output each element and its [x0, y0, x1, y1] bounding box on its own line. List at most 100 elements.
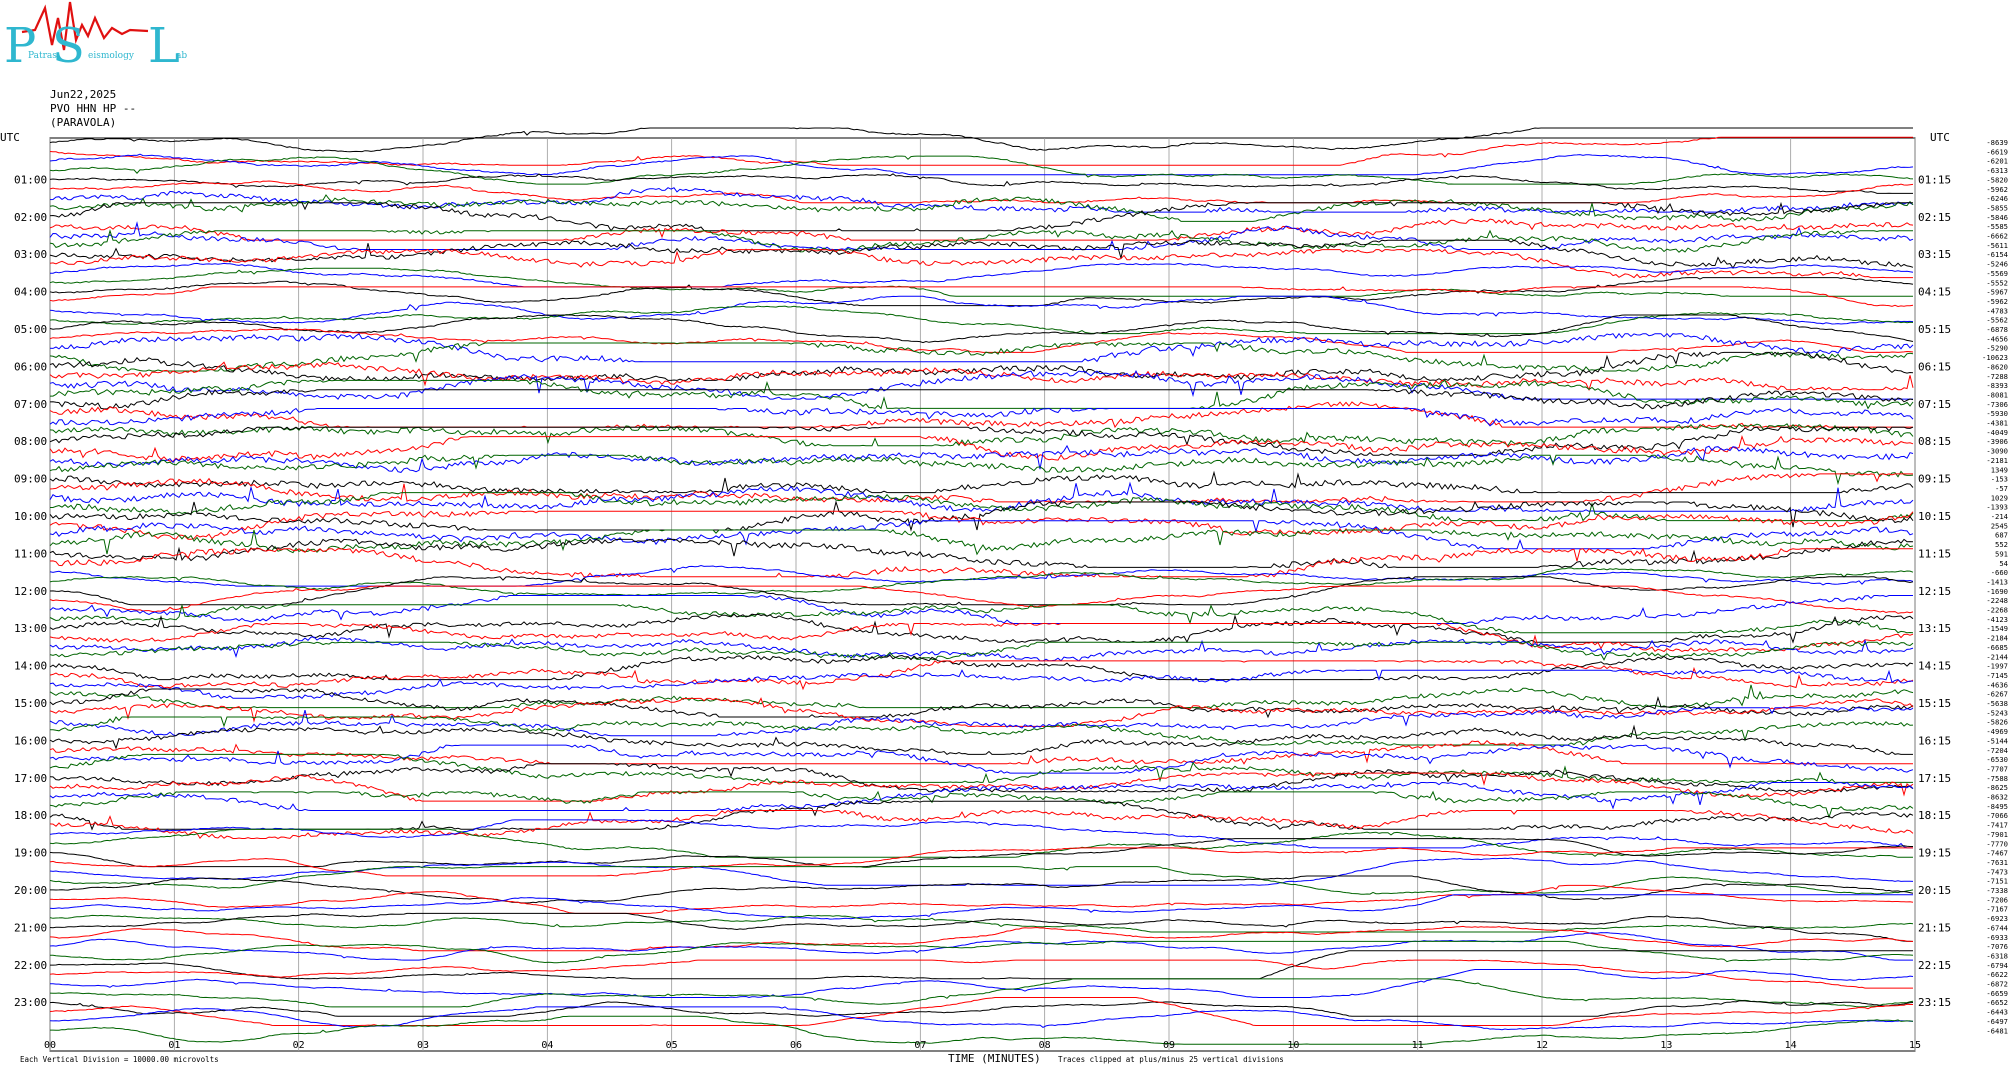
trace-line	[49, 997, 1913, 1027]
trace-line	[49, 155, 1914, 185]
minute-tick-label: 13	[1660, 1040, 1672, 1051]
row-value: -6481	[1986, 1026, 2008, 1035]
row-value: -5855	[1986, 203, 2008, 212]
right-hour-label: 03:15	[1918, 248, 1951, 261]
row-value: -5144	[1986, 736, 2008, 745]
row-value: -4123	[1986, 615, 2008, 624]
left-hour-label: 23:00	[14, 996, 47, 1009]
row-value: -5930	[1986, 409, 2008, 418]
row-value: 54	[1999, 559, 2008, 568]
trace-line	[50, 875, 1914, 904]
trace-line	[49, 407, 1914, 427]
trace-line	[49, 136, 1913, 166]
trace-line	[49, 529, 1914, 556]
row-value: -8393	[1986, 381, 2008, 390]
row-value: 2545	[1991, 521, 2008, 530]
row-value: -660	[1991, 568, 2008, 577]
left-hour-label: 02:00	[14, 211, 47, 224]
left-hour-label: 20:00	[14, 884, 47, 897]
trace-line	[49, 444, 1914, 473]
row-value: -8620	[1986, 362, 2008, 371]
trace-line	[49, 790, 1914, 819]
row-value: -7770	[1986, 839, 2008, 848]
trace-line	[49, 809, 1914, 840]
row-value: -1549	[1986, 624, 2008, 633]
left-utc-label: UTC	[0, 131, 20, 144]
row-value: -6872	[1986, 980, 2008, 989]
trace-line	[49, 277, 1914, 307]
row-value: -7306	[1986, 400, 2008, 409]
trace-line	[49, 641, 1914, 661]
row-value: -5638	[1986, 699, 2008, 708]
trace-line	[49, 912, 1913, 942]
row-value: -5611	[1986, 241, 2008, 250]
trace-line	[49, 248, 1913, 279]
row-value: -4656	[1986, 334, 2008, 343]
row-value: -7588	[1986, 774, 2008, 783]
row-value: -2184	[1986, 634, 2008, 643]
row-value: -6318	[1986, 951, 2008, 960]
logo-word-seismology: eismology	[88, 51, 135, 61]
minute-tick-label: 01	[168, 1040, 180, 1051]
trace-line	[49, 1000, 1914, 1017]
row-value: -6923	[1986, 914, 2008, 923]
trace-line	[49, 740, 1913, 765]
row-value: -7066	[1986, 811, 2008, 820]
row-value: -7167	[1986, 905, 2008, 914]
row-value: 687	[1995, 531, 2008, 540]
right-hour-label: 01:15	[1918, 173, 1951, 186]
right-hour-label: 15:15	[1918, 697, 1951, 710]
row-value: -5962	[1986, 297, 2008, 306]
trace-line	[50, 1015, 1914, 1045]
trace-line	[49, 473, 1913, 503]
right-hour-label: 22:15	[1918, 959, 1951, 972]
logo-letter-s: S	[52, 18, 85, 74]
row-value: -6530	[1986, 755, 2008, 764]
right-hour-labels: 01:15 02:15 03:15 04:15 05:15 06:15 07:15 08:15…	[1918, 173, 1951, 1009]
right-hour-label: 18:15	[1918, 809, 1951, 822]
trace-line	[49, 688, 1914, 719]
trace-line	[49, 585, 1914, 614]
trace-line	[49, 978, 1914, 1008]
row-value: -1393	[1986, 503, 2008, 512]
logo-word-patras: Patras	[28, 51, 57, 61]
row-value: -4381	[1986, 419, 2008, 428]
x-axis-label: TIME (MINUTES)	[948, 1052, 1041, 1065]
right-hour-label: 07:15	[1918, 398, 1951, 411]
row-value: -2181	[1986, 456, 2008, 465]
minute-tick-label: 15	[1909, 1040, 1921, 1051]
left-hour-label: 16:00	[14, 734, 47, 747]
trace-group	[49, 127, 1914, 1045]
trace-line	[49, 351, 1914, 382]
row-value: -4969	[1986, 727, 2008, 736]
row-value: -7204	[1986, 746, 2008, 755]
trace-line	[49, 925, 1914, 952]
row-value: 552	[1995, 540, 2008, 549]
row-value: -5962	[1986, 185, 2008, 194]
row-value: -5826	[1986, 718, 2008, 727]
trace-line	[49, 838, 1913, 868]
right-hour-label: 12:15	[1918, 585, 1951, 598]
trace-line	[49, 567, 1914, 597]
row-value: -153	[1991, 475, 2008, 484]
row-value: -7145	[1986, 671, 2008, 680]
left-hour-label: 21:00	[14, 921, 47, 934]
row-value: -5569	[1986, 269, 2008, 278]
row-value: -6497	[1986, 1017, 2008, 1026]
left-hour-label: 09:00	[14, 473, 47, 486]
trace-line	[49, 800, 1914, 831]
right-hour-label: 02:15	[1918, 211, 1951, 224]
row-value: -6878	[1986, 325, 2008, 334]
trace-line	[49, 613, 1914, 644]
row-value: -5246	[1986, 260, 2008, 269]
row-value: -1997	[1986, 662, 2008, 671]
left-hour-label: 07:00	[14, 398, 47, 411]
left-hour-label: 03:00	[14, 248, 47, 261]
trace-line	[49, 342, 1914, 372]
scale-note: Each Vertical Division = 10000.00 microv…	[20, 1055, 219, 1064]
right-hour-label: 09:15	[1918, 473, 1951, 486]
left-hour-label: 13:00	[14, 622, 47, 635]
row-value: -4636	[1986, 680, 2008, 689]
row-value: -8639	[1986, 138, 2008, 147]
right-hour-label: 19:15	[1918, 847, 1951, 860]
